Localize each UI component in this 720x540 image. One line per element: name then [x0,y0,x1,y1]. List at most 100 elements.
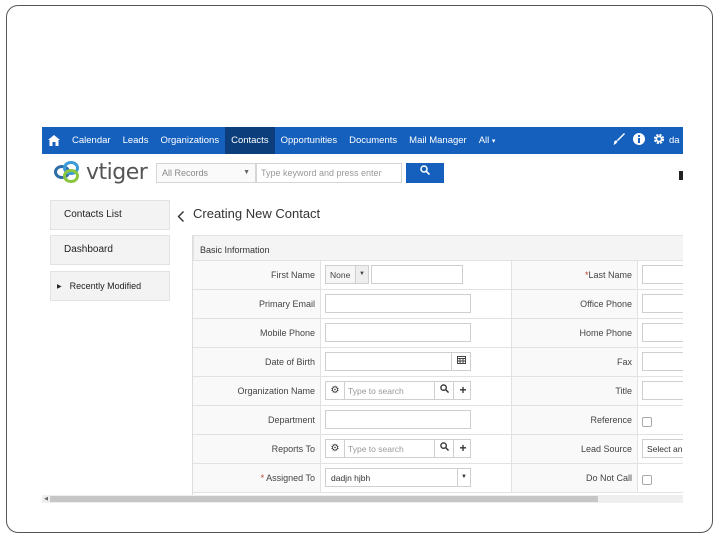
sidebar-recently-modified[interactable]: ▶ Recently Modified [50,271,170,301]
title-cell [638,377,683,405]
gear-icon[interactable]: ⚙ [326,440,345,457]
title-label: Title [512,377,638,405]
nav-organizations[interactable]: Organizations [154,127,225,154]
mobile-phone-input[interactable] [325,323,471,342]
nav-opportunities[interactable]: Opportunities [275,127,344,154]
assigned-to-label: * Assigned To [193,464,321,492]
office-phone-input[interactable] [642,294,683,313]
search-icon[interactable] [434,382,453,399]
organization-reference-field: ⚙ Type to search + [325,381,471,400]
info-icon[interactable] [629,133,649,148]
primary-email-input[interactable] [325,294,471,313]
organization-search-input[interactable]: Type to search [348,386,404,396]
global-search-input[interactable]: Type keyword and press enter [256,163,402,183]
fax-input[interactable] [642,352,683,371]
department-input[interactable] [325,410,471,429]
scrollbar-thumb[interactable] [50,496,598,502]
records-filter-value: All Records [162,168,209,178]
brush-icon[interactable] [609,133,629,148]
search-icon [420,165,431,176]
date-of-birth-input[interactable] [325,352,471,371]
vtiger-logo[interactable]: vtiger [54,157,154,187]
assigned-to-select[interactable]: dadjn hjbh ▼ [325,468,471,487]
sidebar-item-label: Contacts List [64,209,122,220]
lead-source-cell: Select an Option [638,435,683,463]
primary-email-label: Primary Email [193,290,321,318]
gear-icon[interactable] [649,133,669,148]
records-filter-select[interactable]: All Records ▼ [156,163,256,183]
caret-right-icon: ▶ [57,284,62,290]
home-phone-label: Home Phone [512,319,638,347]
nav-documents[interactable]: Documents [343,127,403,154]
nav-contacts[interactable]: Contacts [225,127,275,154]
calendar-icon[interactable] [451,353,470,370]
caret-down-icon: ▼ [243,169,250,176]
block-header: Basic Information [193,235,683,261]
fax-label: Fax [512,348,638,376]
do-not-call-cell [638,464,683,492]
search-button[interactable] [406,163,444,183]
reference-label: Reference [512,406,638,434]
gear-icon[interactable]: ⚙ [326,382,345,399]
form-row: Organization Name ⚙ Type to search + Tit… [193,377,683,406]
department-label: Department [193,406,321,434]
first-name-label: First Name [193,261,321,289]
nav-all-label: All [478,135,490,146]
first-name-input[interactable] [371,265,463,284]
chevron-down-icon: ▼ [355,266,368,283]
lead-source-select[interactable]: Select an Option [642,439,683,458]
department-cell [321,406,512,434]
do-not-call-checkbox[interactable] [642,475,652,485]
scroll-left-icon[interactable]: ◀ [42,495,50,503]
form-row: Date of Birth Fax [193,348,683,377]
title-input[interactable] [642,381,683,400]
top-nav: Calendar Leads Organizations Contacts Op… [42,127,683,154]
reports-to-search-input[interactable]: Type to search [348,444,404,454]
mobile-phone-cell [321,319,512,347]
form-row: Reports To ⚙ Type to search + Lead Sourc… [193,435,683,464]
last-name-label: *Last Name [512,261,638,289]
search-icon[interactable] [434,440,453,457]
nav-calendar[interactable]: Calendar [66,127,117,154]
primary-email-cell [321,290,512,318]
add-icon[interactable]: + [453,382,472,399]
reference-checkbox[interactable] [642,417,652,427]
salutation-select[interactable]: None ▼ [325,265,369,284]
assigned-to-cell: dadjn hjbh ▼ [321,464,512,492]
date-of-birth-label: Date of Birth [193,348,321,376]
last-name-cell [638,261,683,289]
reports-to-reference-field: ⚙ Type to search + [325,439,471,458]
assigned-to-value: dadjn hjbh [331,473,371,483]
page-title: Creating New Contact [193,206,321,221]
lead-source-label: Lead Source [512,435,638,463]
chevron-down-icon: ▼ [457,469,470,486]
nav-leads[interactable]: Leads [117,127,155,154]
organization-name-label: Organization Name [193,377,321,405]
user-menu[interactable]: da [669,135,683,146]
nav-mail-manager[interactable]: Mail Manager [403,127,473,154]
reports-to-cell: ⚙ Type to search + [321,435,512,463]
form-row: Mobile Phone Home Phone [193,319,683,348]
sidebar-item-label: Recently Modified [69,281,142,291]
nav-all-menu[interactable]: All ▾ [473,127,502,154]
mobile-phone-label: Mobile Phone [193,319,321,347]
home-phone-input[interactable] [642,323,683,342]
office-phone-label: Office Phone [512,290,638,318]
add-icon[interactable]: + [453,440,472,457]
do-not-call-label: Do Not Call [512,464,638,492]
fax-cell [638,348,683,376]
header-edge-mark [679,171,683,180]
sidebar-item-dashboard[interactable]: Dashboard [50,235,170,265]
horizontal-scrollbar[interactable]: ◀ [42,495,683,503]
home-icon[interactable] [42,127,66,154]
vtiger-app: Calendar Leads Organizations Contacts Op… [42,127,683,503]
first-name-cell: None ▼ [321,261,512,289]
sidebar-item-contacts-list[interactable]: Contacts List [50,200,170,230]
reports-to-label: Reports To [193,435,321,463]
reference-cell [638,406,683,434]
organization-name-cell: ⚙ Type to search + [321,377,512,405]
collapse-sidebar-icon[interactable] [177,211,184,225]
form-row: * Assigned To dadjn hjbh ▼ Do Not Call [193,464,683,493]
last-name-input[interactable] [642,265,683,284]
header-bar: vtiger All Records ▼ Type keyword and pr… [42,154,683,190]
